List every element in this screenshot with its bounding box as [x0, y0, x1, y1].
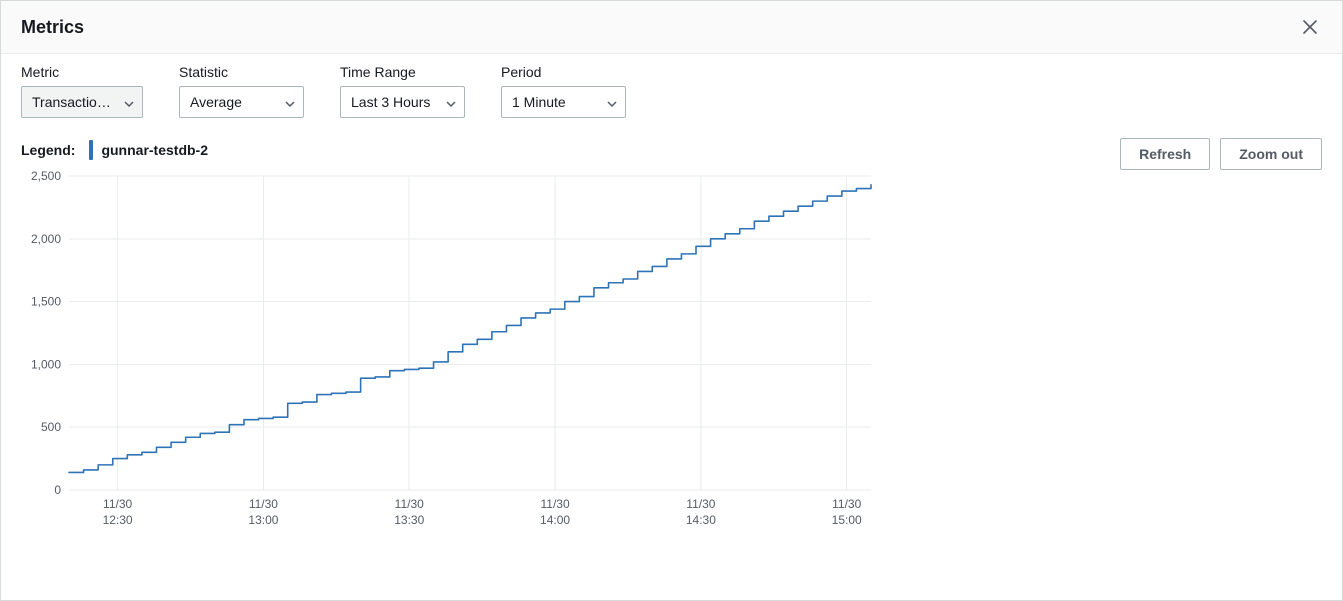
period-value: 1 Minute — [512, 94, 566, 110]
zoomout-button[interactable]: Zoom out — [1220, 138, 1322, 170]
svg-text:11/30: 11/30 — [249, 497, 278, 511]
zoomout-label: Zoom out — [1239, 146, 1303, 162]
timerange-dropdown[interactable]: Last 3 Hours — [340, 86, 465, 118]
chevron-down-icon — [285, 94, 295, 110]
svg-text:11/30: 11/30 — [540, 497, 569, 511]
legend-series-name: gunnar-testdb-2 — [101, 142, 208, 158]
timerange-control: Time Range Last 3 Hours — [340, 64, 465, 118]
legend-item: gunnar-testdb-2 — [89, 140, 208, 160]
panel-header: Metrics — [1, 1, 1342, 54]
svg-text:14:00: 14:00 — [540, 513, 570, 527]
chart-actions: Refresh Zoom out — [1120, 138, 1322, 170]
svg-text:12:30: 12:30 — [103, 513, 133, 527]
svg-text:14:30: 14:30 — [686, 513, 716, 527]
line-chart[interactable]: 0 500 1,000 1,500 2,000 2,500 11/30 12:30 11/30 1… — [21, 170, 881, 540]
timerange-value: Last 3 Hours — [351, 94, 430, 110]
svg-text:2,500: 2,500 — [31, 170, 61, 183]
refresh-button[interactable]: Refresh — [1120, 138, 1210, 170]
chevron-down-icon — [446, 94, 456, 110]
metric-label: Metric — [21, 64, 143, 80]
metric-control: Metric Transactio… — [21, 64, 143, 118]
svg-text:15:00: 15:00 — [832, 513, 862, 527]
svg-text:0: 0 — [54, 483, 61, 497]
refresh-label: Refresh — [1139, 146, 1191, 162]
metric-value: Transactio… — [32, 94, 111, 110]
svg-text:1,500: 1,500 — [31, 295, 61, 309]
svg-text:2,000: 2,000 — [31, 232, 61, 246]
statistic-dropdown[interactable]: Average — [179, 86, 304, 118]
controls-row: Metric Transactio… Statistic Average Tim… — [1, 54, 1342, 118]
statistic-label: Statistic — [179, 64, 304, 80]
chevron-down-icon — [607, 94, 617, 110]
chart-container: 0 500 1,000 1,500 2,000 2,500 11/30 12:30 11/30 1… — [1, 166, 1342, 600]
svg-text:11/30: 11/30 — [686, 497, 715, 511]
chevron-down-icon — [124, 94, 134, 110]
timerange-label: Time Range — [340, 64, 465, 80]
svg-text:13:30: 13:30 — [394, 513, 424, 527]
period-label: Period — [501, 64, 626, 80]
svg-text:500: 500 — [41, 420, 61, 434]
svg-text:11/30: 11/30 — [832, 497, 861, 511]
period-dropdown[interactable]: 1 Minute — [501, 86, 626, 118]
statistic-value: Average — [190, 94, 242, 110]
period-control: Period 1 Minute — [501, 64, 626, 118]
svg-text:1,000: 1,000 — [31, 357, 61, 371]
close-icon[interactable] — [1298, 15, 1322, 39]
svg-text:11/30: 11/30 — [103, 497, 132, 511]
legend-label: Legend: — [21, 142, 75, 158]
panel-title: Metrics — [21, 17, 84, 38]
svg-text:13:00: 13:00 — [248, 513, 278, 527]
legend-swatch — [89, 140, 93, 160]
statistic-control: Statistic Average — [179, 64, 304, 118]
metrics-panel: Metrics Metric Transactio… Statistic Ave… — [0, 0, 1343, 601]
metric-dropdown[interactable]: Transactio… — [21, 86, 143, 118]
svg-text:11/30: 11/30 — [395, 497, 424, 511]
